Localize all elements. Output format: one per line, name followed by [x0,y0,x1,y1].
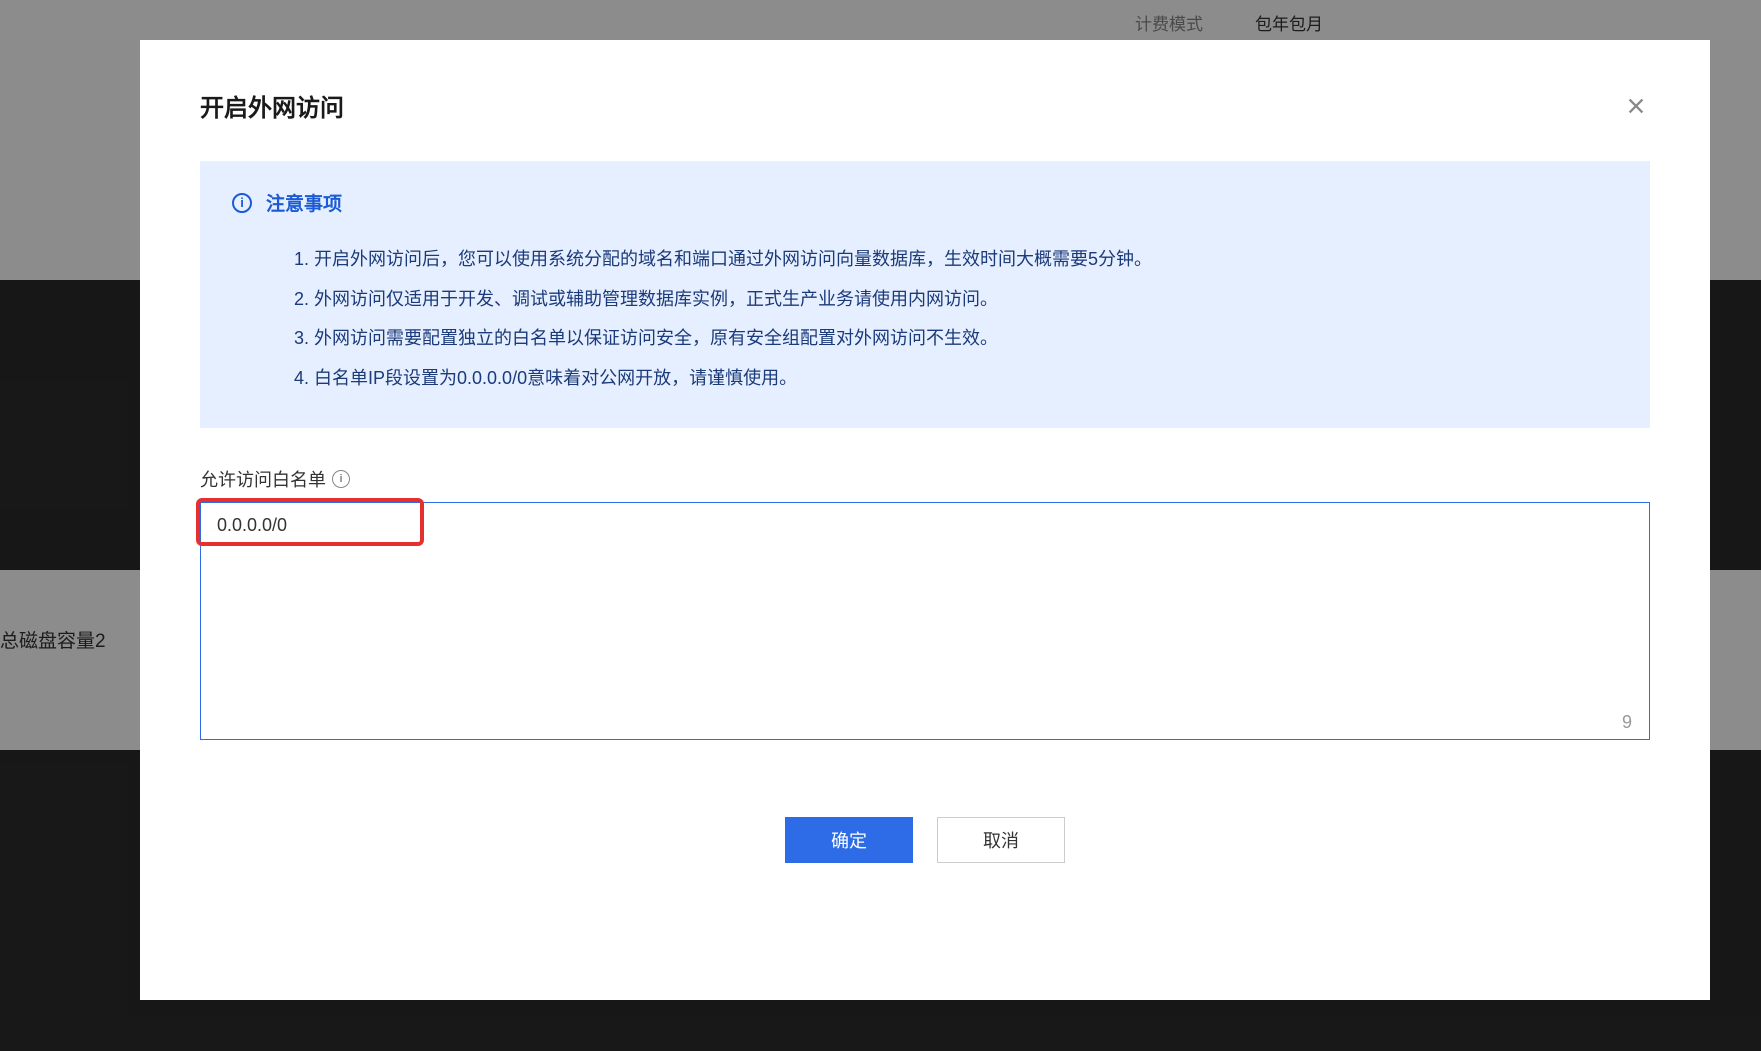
notice-item: 3. 外网访问需要配置独立的白名单以保证访问安全，原有安全组配置对外网访问不生效… [294,319,1618,359]
cancel-button[interactable]: 取消 [937,817,1065,863]
confirm-button[interactable]: 确定 [785,817,913,863]
notice-item: 1. 开启外网访问后，您可以使用系统分配的域名和端口通过外网访问向量数据库，生效… [294,240,1618,280]
notice-item: 2. 外网访问仅适用于开发、调试或辅助管理数据库实例，正式生产业务请使用内网访问… [294,280,1618,320]
notice-title: 注意事项 [266,189,342,216]
notice-item: 4. 白名单IP段设置为0.0.0.0/0意味着对公网开放，请谨慎使用。 [294,359,1618,399]
info-icon[interactable]: i [332,470,350,488]
info-icon: i [232,193,252,213]
whitelist-textarea-wrapper: 9 [200,502,1650,745]
modal-title: 开启外网访问 [200,88,344,123]
char-count: 9 [1622,712,1632,733]
enable-external-access-modal: 开启外网访问 i 注意事项 1. 开启外网访问后，您可以使用系统分配的域名和端口… [140,40,1710,1000]
modal-header: 开启外网访问 [200,88,1650,123]
notice-list: 1. 开启外网访问后，您可以使用系统分配的域名和端口通过外网访问向量数据库，生效… [232,240,1618,398]
notice-header: i 注意事项 [232,189,1618,216]
notice-box: i 注意事项 1. 开启外网访问后，您可以使用系统分配的域名和端口通过外网访问向… [200,161,1650,428]
whitelist-label: 允许访问白名单 [200,466,326,492]
close-icon [1625,95,1647,117]
close-button[interactable] [1622,92,1650,120]
modal-footer: 确定 取消 [200,817,1650,863]
whitelist-label-row: 允许访问白名单 i [200,466,1650,492]
whitelist-textarea[interactable] [200,502,1650,740]
